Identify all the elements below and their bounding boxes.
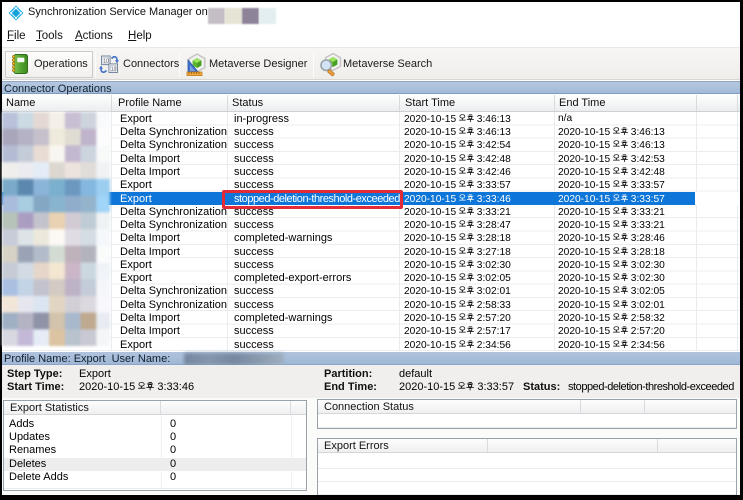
svg-text:10: 10 <box>111 66 117 72</box>
svg-text:10: 10 <box>103 58 109 64</box>
